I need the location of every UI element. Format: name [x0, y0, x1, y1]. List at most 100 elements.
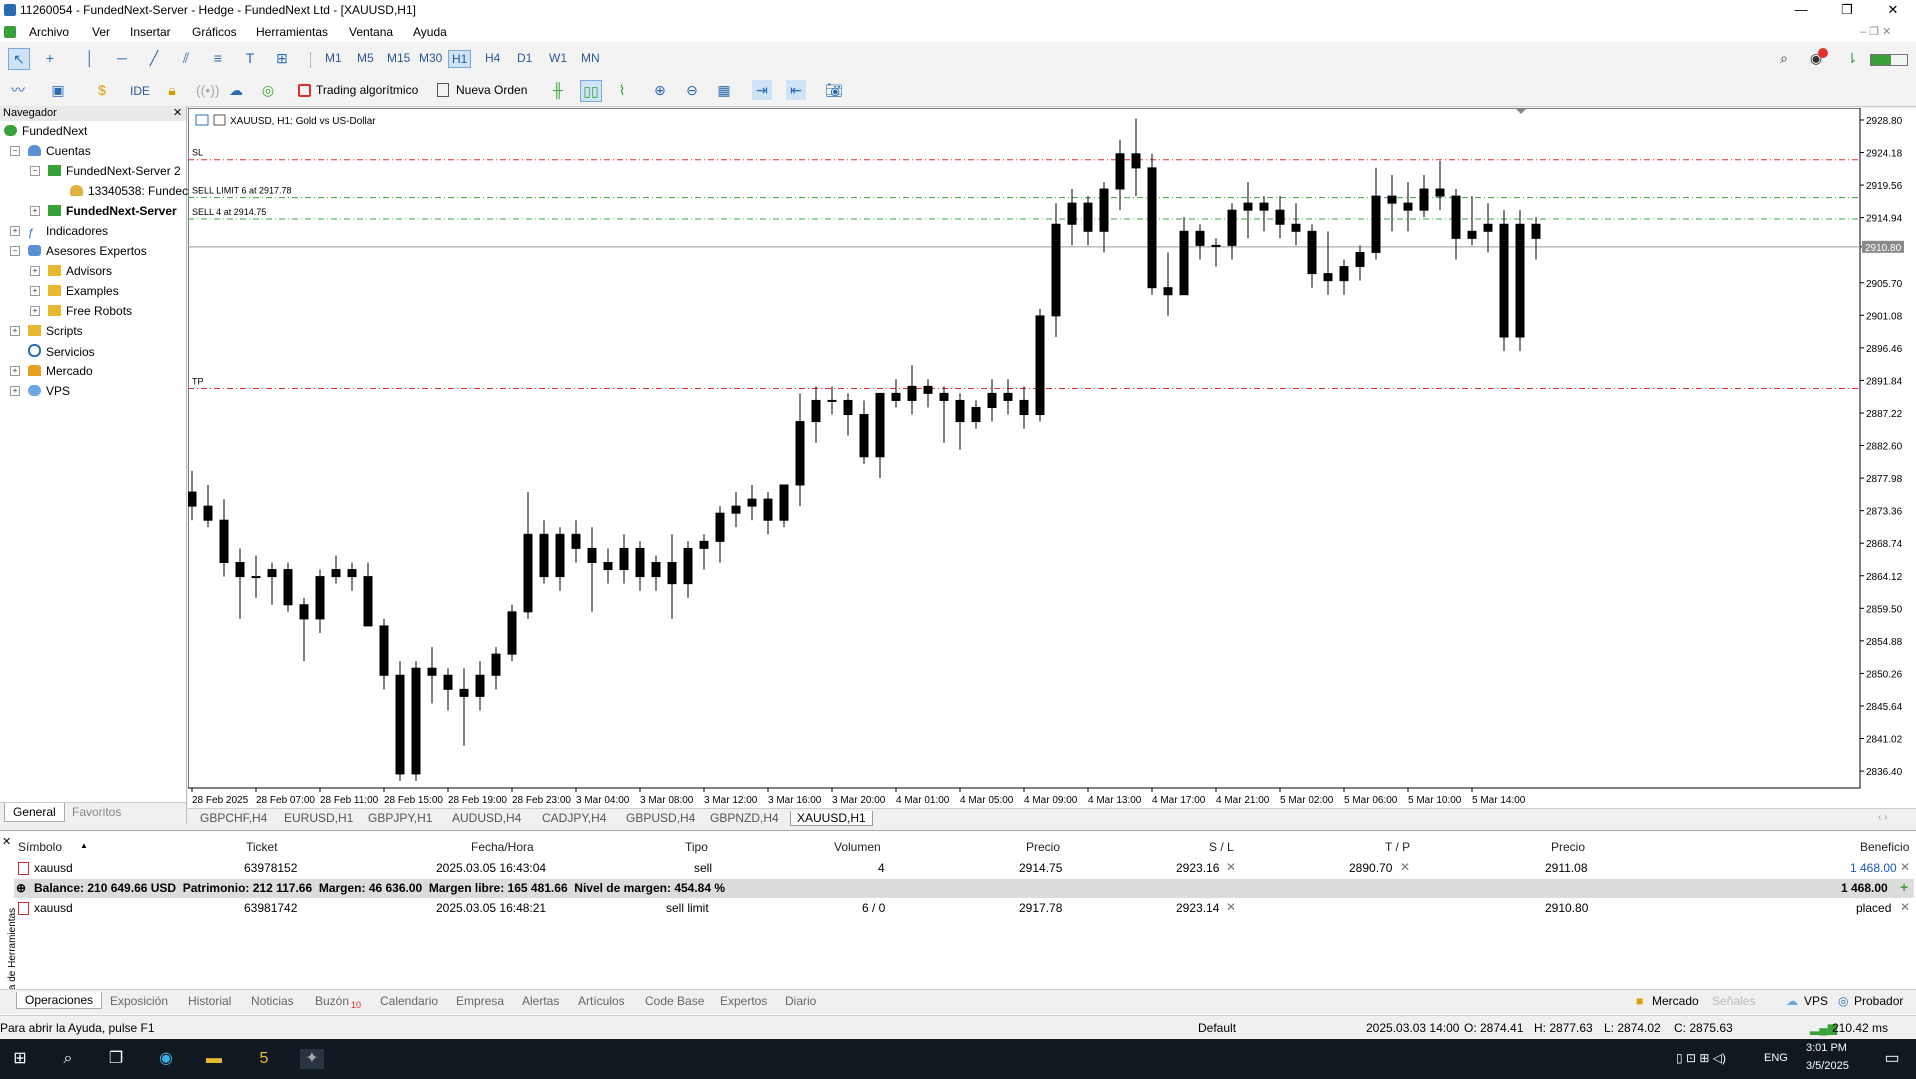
tab-articulos[interactable]: Artículos	[578, 994, 625, 1008]
minimize-button[interactable]: —	[1778, 0, 1824, 22]
lock-icon[interactable]: 🔒︎	[162, 80, 182, 100]
toolbox-close-icon[interactable]: ✕	[2, 835, 11, 848]
trendline-icon[interactable]: ╱	[144, 48, 164, 68]
file-explorer-icon[interactable]: ▬	[202, 1049, 226, 1069]
tab-diario[interactable]: Diario	[785, 994, 816, 1008]
menu-archivo[interactable]: Archivo	[29, 25, 69, 39]
status-ping[interactable]: 210.42 ms	[1832, 1021, 1888, 1035]
fibonacci-icon[interactable]: ≡	[208, 48, 228, 68]
nav-item-server2[interactable]: FundedNext-Server 2	[48, 164, 181, 178]
tray-icons[interactable]: ▯ ⊡ ⊞ ◁)	[1676, 1051, 1726, 1065]
nav-item-account[interactable]: 13340538: Fundec	[70, 184, 188, 198]
nav-item-cuentas[interactable]: Cuentas	[28, 144, 91, 158]
timeframe-m15[interactable]: M15	[384, 50, 413, 66]
shapes-icon[interactable]: ⊞	[272, 48, 292, 68]
col-tp[interactable]: T / P	[1385, 840, 1410, 854]
nav-item-advisors[interactable]: Advisors	[48, 264, 112, 278]
link-probador[interactable]: Probador	[1854, 994, 1903, 1008]
col-price[interactable]: Precio	[1026, 840, 1060, 854]
nav-item-scripts[interactable]: Scripts	[28, 324, 83, 338]
tab-expertos[interactable]: Expertos	[720, 994, 767, 1008]
tab-alertas[interactable]: Alertas	[522, 994, 559, 1008]
nav-item-examples[interactable]: Examples	[48, 284, 119, 298]
link-senales[interactable]: Señales	[1712, 994, 1755, 1008]
horizontal-line-icon[interactable]: ─	[112, 48, 132, 68]
terminal-app-icon[interactable]: ✦	[300, 1049, 324, 1069]
chart-tab[interactable]: GBPCHF,H4	[200, 811, 267, 825]
tab-operaciones[interactable]: Operaciones	[16, 992, 103, 1009]
signal-icon[interactable]: ⇂	[1842, 48, 1862, 68]
nav-item-fundednext[interactable]: FundedNext	[4, 124, 87, 138]
tab-buzon[interactable]: Buzón	[315, 994, 349, 1008]
nav-item-server[interactable]: FundedNext-Server	[48, 204, 177, 218]
remove-tp-icon[interactable]: ✕	[1400, 860, 1410, 874]
search-icon[interactable]: ⌕	[1774, 48, 1794, 68]
metatrader-icon[interactable]: 5	[252, 1049, 276, 1069]
close-button[interactable]: ✕	[1870, 0, 1916, 22]
search-icon[interactable]: ⌕	[56, 1049, 80, 1069]
new-order-button[interactable]: Nueva Orden	[456, 83, 527, 97]
chart-tab[interactable]: EURUSD,H1	[284, 811, 353, 825]
close-position-icon[interactable]: ✕	[1900, 860, 1910, 874]
radio-icon[interactable]: ((•))	[196, 80, 220, 100]
text-tool-icon[interactable]: T	[240, 48, 260, 68]
tab-noticias[interactable]: Noticias	[251, 994, 294, 1008]
market-icon[interactable]: $	[92, 80, 112, 100]
bar-chart-icon[interactable]: ╫	[548, 80, 568, 100]
candle-chart-icon[interactable]: ▯▯	[580, 80, 602, 102]
line-chart-icon[interactable]: ⌇	[612, 80, 632, 100]
task-view-icon[interactable]: ❐	[104, 1049, 128, 1069]
tab-favoritos[interactable]: Favoritos	[72, 805, 121, 819]
menu-ver[interactable]: Ver	[92, 25, 110, 39]
menu-ventana[interactable]: Ventana	[349, 25, 393, 39]
price-chart[interactable]: SL SELL LIMIT 6 at 2917.78 SELL 4 at 2914.…	[187, 107, 1916, 808]
mdi-controls[interactable]: – ❐ ✕	[1860, 25, 1891, 38]
expand-icon[interactable]: −	[10, 246, 20, 256]
col-time[interactable]: Fecha/Hora	[471, 840, 534, 854]
chart-tab-active[interactable]: XAUUSD,H1	[790, 811, 873, 826]
tab-empresa[interactable]: Empresa	[456, 994, 504, 1008]
col-sl[interactable]: S / L	[1209, 840, 1234, 854]
cancel-order-icon[interactable]: ✕	[1900, 900, 1910, 914]
remove-sl-icon[interactable]: ✕	[1226, 900, 1236, 914]
chart-tab[interactable]: GBPUSD,H4	[626, 811, 695, 825]
tabs-scroll-icon[interactable]: ‹ ›	[1878, 812, 1887, 823]
col-type[interactable]: Tipo	[685, 840, 708, 854]
expand-icon[interactable]: +	[10, 386, 20, 396]
windows-start-icon[interactable]: ⊞	[8, 1049, 32, 1069]
chart-area[interactable]: SL SELL LIMIT 6 at 2917.78 SELL 4 at 2914.…	[187, 107, 1916, 808]
menu-herramientas[interactable]: Herramientas	[256, 25, 328, 39]
crosshair-icon[interactable]: +	[40, 48, 60, 68]
nav-item-mercado[interactable]: Mercado	[28, 364, 93, 378]
grid-icon[interactable]: ▦	[714, 80, 734, 100]
screenshot-icon[interactable]: 📷︎	[824, 80, 844, 100]
zoom-out-icon[interactable]: ⊖	[682, 80, 702, 100]
nav-item-servicios[interactable]: Servicios	[28, 344, 95, 359]
timeframe-d1[interactable]: D1	[514, 50, 535, 66]
tray-language[interactable]: ENG	[1764, 1052, 1788, 1064]
zoom-in-icon[interactable]: ⊕	[650, 80, 670, 100]
tray-time[interactable]: 3:01 PM	[1806, 1042, 1847, 1054]
algo-trading-button[interactable]: Trading algorítmico	[316, 83, 418, 97]
tab-code-base[interactable]: Code Base	[645, 994, 704, 1008]
tab-general[interactable]: General	[4, 803, 65, 822]
chart-tab[interactable]: AUDUSD,H4	[452, 811, 521, 825]
cursor-icon[interactable]: ↖	[8, 48, 30, 70]
timeframe-h4[interactable]: H4	[482, 50, 503, 66]
chart-tab[interactable]: GBPJPY,H1	[368, 811, 432, 825]
expand-icon[interactable]: +	[30, 306, 40, 316]
autoscroll-icon[interactable]: ⇥	[752, 80, 772, 100]
expand-icon[interactable]: +	[30, 266, 40, 276]
indicator-list-icon[interactable]: ▣	[48, 80, 68, 100]
expand-icon[interactable]: +	[30, 206, 40, 216]
tab-historial[interactable]: Historial	[188, 994, 231, 1008]
channel-icon[interactable]: ⫽	[176, 48, 196, 68]
action-center-icon[interactable]: ▭	[1880, 1049, 1904, 1069]
remove-sl-icon[interactable]: ✕	[1226, 860, 1236, 874]
timeframe-mn[interactable]: MN	[578, 50, 603, 66]
menu-insertar[interactable]: Insertar	[130, 25, 171, 39]
ide-button[interactable]: IDE	[130, 84, 150, 98]
vertical-line-icon[interactable]: │	[80, 48, 100, 68]
tab-calendario[interactable]: Calendario	[380, 994, 438, 1008]
chart-shift-icon[interactable]: ⇤	[786, 80, 806, 100]
